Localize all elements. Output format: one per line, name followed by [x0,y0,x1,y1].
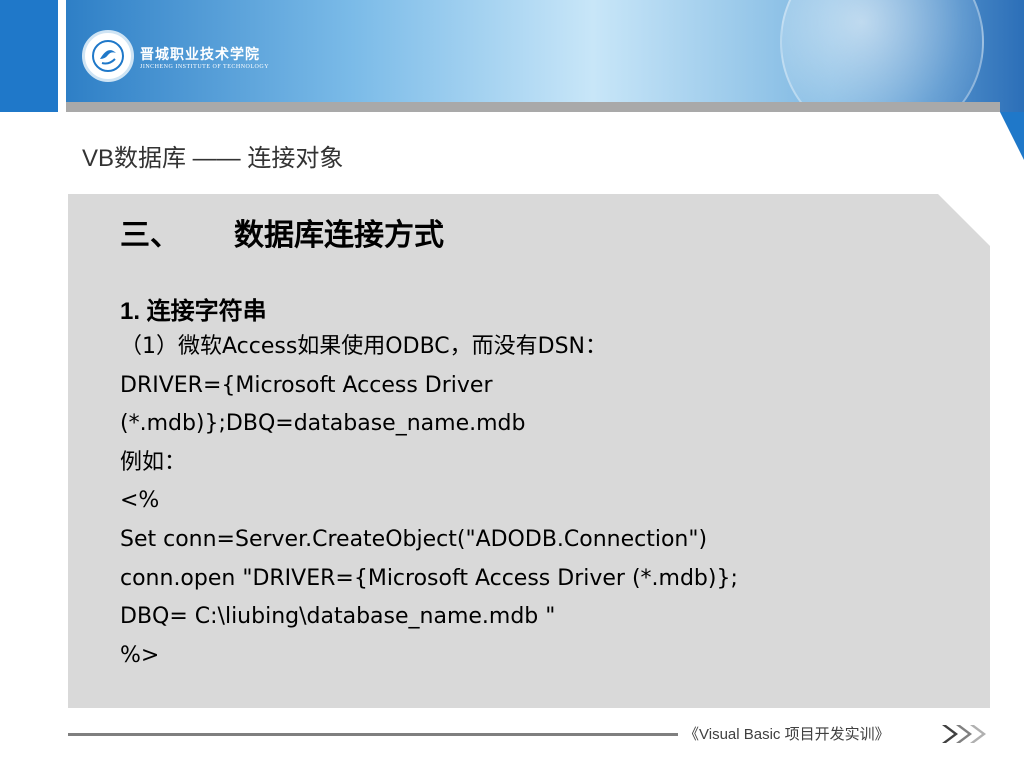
triple-chevron-right-icon [942,725,986,743]
body-text: （1）微软Access如果使用ODBC，而没有DSN： DRIVER={Micr… [120,328,980,675]
school-logo [82,30,134,82]
globe-graphic [780,0,984,112]
banner-gap [58,0,66,112]
body-line: DBQ= C:\liubing\database_name.mdb " [120,604,556,630]
body-line: Set conn=Server.CreateObject("ADODB.Conn… [120,526,708,552]
banner-bottom-bar [66,102,1000,112]
body-line: %> [120,642,160,668]
right-edge-accent [1000,112,1024,160]
section-heading: 三、 数据库连接方式 [120,210,444,254]
footer-divider [68,733,678,736]
banner-left-strip [0,0,58,112]
body-line: （1）微软Access如果使用ODBC，而没有DSN： [120,334,607,359]
footer-course-title: 《Visual Basic 项目开发实训》 [684,726,890,743]
subsection-heading: 1. 连接字符串 [120,298,267,325]
body-line: (*.mdb)};DBQ=database_name.mdb [120,411,526,437]
body-line: DRIVER={Microsoft Access Driver [120,372,493,398]
body-line: conn.open "DRIVER={Microsoft Access Driv… [120,565,738,591]
school-name-english: JINCHENG INSTITUTE OF TECHNOLOGY [140,64,270,70]
body-line: <% [120,488,160,514]
section-number: 三、 [120,219,180,252]
section-title: 数据库连接方式 [234,219,444,252]
school-name: 晋城职业技术学院 [140,47,260,63]
header-banner: 晋城职业技术学院 JINCHENG INSTITUTE OF TECHNOLOG… [0,0,1024,112]
slide-title: VB数据库 —— 连接对象 [82,145,344,172]
body-line: 例如： [120,449,187,475]
school-emblem-icon [92,40,124,72]
